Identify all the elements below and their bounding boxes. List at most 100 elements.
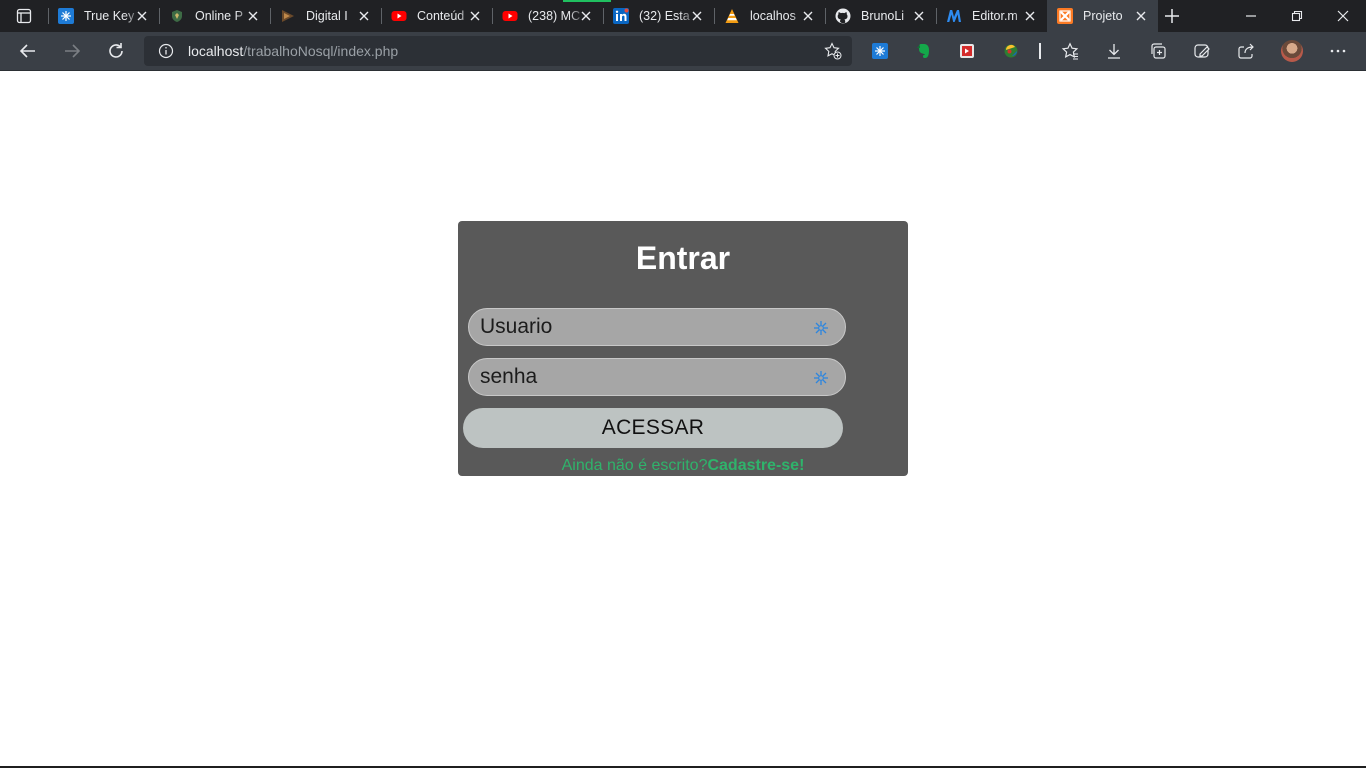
favorites-star-icon xyxy=(1061,42,1079,60)
recorder-icon xyxy=(960,44,974,58)
refresh-button[interactable] xyxy=(104,39,128,63)
tab-title: localhos xyxy=(750,9,796,23)
tab-close-icon[interactable] xyxy=(912,9,926,23)
tab-close-icon[interactable] xyxy=(801,9,815,23)
tab-github[interactable]: BrunoLi xyxy=(825,0,936,32)
tab-youtube-conteudo[interactable]: Conteúd xyxy=(381,0,492,32)
tab-title: Digital I xyxy=(306,9,348,23)
tab-title: (238) MC xyxy=(528,9,581,23)
share-icon xyxy=(1238,43,1254,59)
tab-online[interactable]: Online P xyxy=(159,0,270,32)
tab-separator xyxy=(48,8,49,24)
screen-recorder-extension-button[interactable] xyxy=(958,42,976,60)
restore-button[interactable] xyxy=(1274,0,1320,32)
collections-button[interactable] xyxy=(1149,42,1167,60)
tab-truekey[interactable]: True Key xyxy=(48,0,159,32)
new-tab-icon[interactable] xyxy=(1162,6,1182,26)
forward-button[interactable] xyxy=(60,39,84,63)
tab-separator xyxy=(381,8,382,24)
tab-close-icon[interactable] xyxy=(579,9,593,23)
signup-link[interactable]: Cadastre-se! xyxy=(707,457,804,474)
color-extension-button[interactable] xyxy=(1002,42,1020,60)
toolbar-divider xyxy=(1039,43,1041,59)
tab-linkedin[interactable]: (32) Esta xyxy=(603,0,714,32)
signup-line: Ainda não é escrito?Cadastre-se! xyxy=(458,457,908,475)
arrow-left-icon xyxy=(19,44,35,58)
tab-youtube-mc[interactable]: (238) MC xyxy=(492,0,603,32)
tab-title: BrunoLi xyxy=(861,9,905,23)
back-button[interactable] xyxy=(16,39,40,63)
tab-editor[interactable]: Editor.m xyxy=(936,0,1047,32)
minimize-button[interactable] xyxy=(1228,0,1274,32)
downloads-button[interactable] xyxy=(1105,42,1123,60)
tab-close-icon[interactable] xyxy=(1023,9,1037,23)
settings-more-button[interactable] xyxy=(1329,42,1347,60)
tab-separator xyxy=(603,8,604,24)
tab-close-icon[interactable] xyxy=(357,9,371,23)
restore-icon xyxy=(1291,10,1303,22)
tab-close-icon[interactable] xyxy=(1134,9,1148,23)
login-form: Entrar ACESSAR Ainda não é escrito?Cadas… xyxy=(458,221,908,476)
username-field[interactable] xyxy=(468,308,846,346)
tab-title: Conteúd xyxy=(417,9,465,23)
password-manager-icon[interactable] xyxy=(812,319,830,337)
password-input[interactable] xyxy=(469,359,799,395)
address-url[interactable]: localhost/trabalhoNosql/index.php xyxy=(188,43,398,59)
tab-separator xyxy=(825,8,826,24)
address-bar[interactable]: localhost/trabalhoNosql/index.php xyxy=(144,36,852,66)
login-title: Entrar xyxy=(635,240,731,276)
tab-actions-icon xyxy=(16,8,32,24)
tab-projeto-active[interactable]: Projeto xyxy=(1047,0,1158,32)
username-input[interactable] xyxy=(469,309,799,345)
digital-logo-icon xyxy=(280,8,296,24)
truekey-icon xyxy=(872,43,888,59)
markdown-editor-icon xyxy=(946,8,962,24)
tab-separator xyxy=(936,8,937,24)
web-capture-icon xyxy=(1194,44,1210,58)
tab-title: True Key xyxy=(84,9,135,23)
xampp-icon xyxy=(1057,8,1073,24)
window-controls xyxy=(1228,0,1366,32)
tab-localhost[interactable]: localhos xyxy=(714,0,825,32)
share-button[interactable] xyxy=(1237,42,1255,60)
site-info-icon[interactable] xyxy=(158,43,174,59)
github-icon xyxy=(835,8,851,24)
tab-separator xyxy=(159,8,160,24)
tab-separator xyxy=(492,8,493,24)
linkedin-icon xyxy=(613,8,629,24)
tab-close-icon[interactable] xyxy=(690,9,704,23)
profile-avatar[interactable] xyxy=(1281,40,1303,62)
web-capture-button[interactable] xyxy=(1193,42,1211,60)
browser-toolbar: localhost/trabalhoNosql/index.php xyxy=(0,32,1366,71)
youtube-icon xyxy=(502,8,518,24)
minimize-icon xyxy=(1246,15,1256,17)
tab-separator xyxy=(270,8,271,24)
password-field[interactable] xyxy=(468,358,846,396)
arrow-right-icon xyxy=(65,44,81,58)
url-host: localhost xyxy=(188,43,244,59)
signup-prompt: Ainda não é escrito? xyxy=(561,457,708,474)
url-path: /trabalhoNosql/index.php xyxy=(243,43,399,59)
tab-close-icon[interactable] xyxy=(135,9,149,23)
evernote-icon xyxy=(917,44,929,58)
xampp-cone-icon xyxy=(724,8,740,24)
add-favorite-icon[interactable] xyxy=(824,42,842,60)
tab-close-icon[interactable] xyxy=(246,9,260,23)
close-window-button[interactable] xyxy=(1320,0,1366,32)
favorites-button[interactable] xyxy=(1061,42,1079,60)
truekey-extension-button[interactable] xyxy=(871,42,889,60)
password-manager-icon[interactable] xyxy=(812,369,830,387)
tab-close-icon[interactable] xyxy=(468,9,482,23)
truekey-icon xyxy=(58,8,74,24)
evernote-extension-button[interactable] xyxy=(915,42,933,60)
shield-logo-icon xyxy=(169,8,185,24)
color-ball-icon xyxy=(1004,44,1018,58)
close-icon xyxy=(1337,10,1349,22)
tab-title: Online P xyxy=(195,9,243,23)
tab-title: (32) Esta xyxy=(639,9,690,23)
youtube-icon xyxy=(391,8,407,24)
tab-title: Projeto xyxy=(1083,9,1123,23)
acessar-button[interactable]: ACESSAR xyxy=(463,408,843,448)
tab-digital[interactable]: Digital I xyxy=(270,0,381,32)
tab-actions-button[interactable] xyxy=(0,0,48,32)
